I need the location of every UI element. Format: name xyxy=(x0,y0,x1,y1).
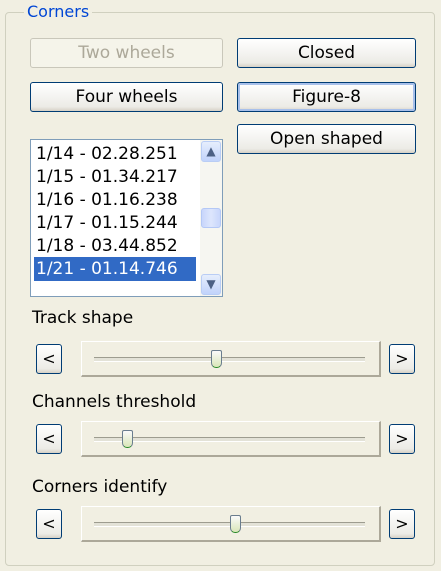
channels-threshold-label: Channels threshold xyxy=(32,392,197,412)
slider-groove xyxy=(94,357,365,362)
channels-threshold-increase-button[interactable]: > xyxy=(389,424,415,454)
slider-thumb[interactable] xyxy=(210,350,222,368)
slider-thumb[interactable] xyxy=(229,515,241,533)
laps-listbox[interactable]: 1/14 - 02.28.251 1/15 - 01.34.217 1/16 -… xyxy=(30,139,223,297)
list-item[interactable]: 1/15 - 01.34.217 xyxy=(34,165,196,189)
figure-8-button[interactable]: Figure-8 xyxy=(237,82,416,112)
track-shape-decrease-button[interactable]: < xyxy=(36,344,62,374)
corners-identify-slider[interactable] xyxy=(81,506,381,542)
open-shaped-button[interactable]: Open shaped xyxy=(237,124,416,154)
laps-vertical-scrollbar[interactable]: ▲ ▼ xyxy=(200,140,222,296)
list-item[interactable]: 1/17 - 01.15.244 xyxy=(34,211,196,235)
track-shape-increase-button[interactable]: > xyxy=(389,344,415,374)
slider-thumb[interactable] xyxy=(121,430,133,448)
corners-identify-label: Corners identify xyxy=(32,477,168,497)
list-item-selected[interactable]: 1/21 - 01.14.746 xyxy=(34,257,196,281)
corners-identify-decrease-button[interactable]: < xyxy=(36,509,62,539)
corners-group-title: Corners xyxy=(24,2,93,22)
slider-groove xyxy=(94,437,365,442)
channels-threshold-decrease-button[interactable]: < xyxy=(36,424,62,454)
track-shape-slider[interactable] xyxy=(81,341,381,377)
track-shape-label: Track shape xyxy=(32,308,134,328)
two-wheels-button[interactable]: Two wheels xyxy=(30,38,223,68)
channels-threshold-slider[interactable] xyxy=(81,421,381,457)
scroll-up-icon[interactable]: ▲ xyxy=(201,141,221,162)
closed-button[interactable]: Closed xyxy=(237,38,416,68)
list-item[interactable]: 1/16 - 01.16.238 xyxy=(34,188,196,212)
corners-identify-increase-button[interactable]: > xyxy=(389,509,415,539)
scroll-down-icon[interactable]: ▼ xyxy=(201,274,221,295)
four-wheels-button[interactable]: Four wheels xyxy=(30,82,223,112)
list-item[interactable]: 1/14 - 02.28.251 xyxy=(34,142,196,166)
list-item[interactable]: 1/18 - 03.44.852 xyxy=(34,234,196,258)
scroll-thumb[interactable] xyxy=(201,208,221,228)
